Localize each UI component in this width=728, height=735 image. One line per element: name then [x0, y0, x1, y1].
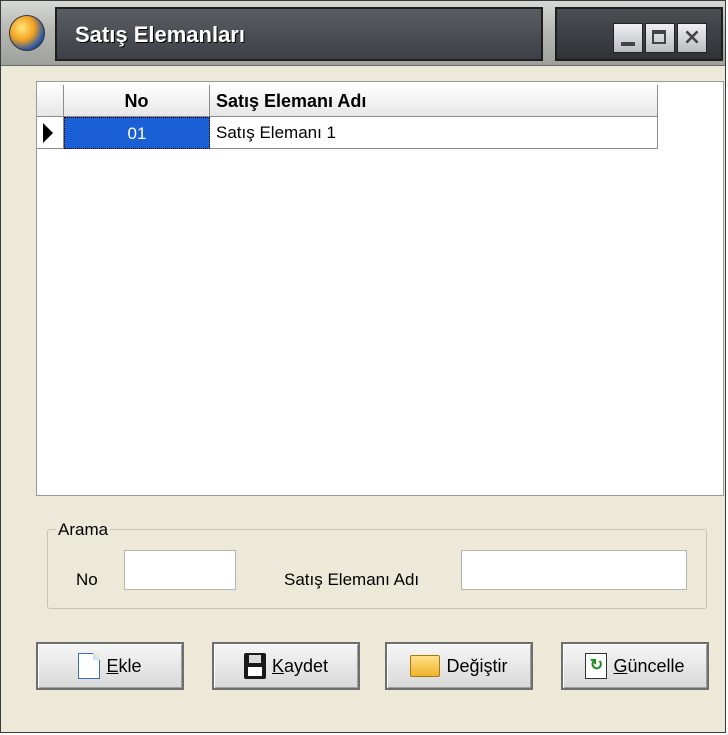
search-name-label: Satış Elemanı Adı [284, 570, 420, 589]
update-button[interactable]: ↻ Güncelle [561, 642, 709, 690]
title-bar[interactable]: Satış Elemanları × [1, 1, 725, 66]
close-icon: × [682, 25, 702, 50]
search-group: Arama No Satış Elemanı Adı [47, 520, 707, 609]
app-globe-icon[interactable] [9, 15, 45, 51]
search-no-label: No [76, 570, 98, 589]
maximize-icon [652, 30, 666, 44]
search-name-input[interactable] [461, 550, 687, 590]
update-button-label: Güncelle [613, 655, 685, 676]
new-document-icon [78, 653, 101, 679]
add-button[interactable]: Ekle [36, 642, 184, 690]
edit-button-label: Değiştir [446, 655, 508, 676]
table-row[interactable]: 01 Satış Elemanı 1 [37, 117, 658, 149]
search-group-legend: Arama [56, 520, 111, 540]
cell-name[interactable]: Satış Elemanı 1 [210, 117, 658, 149]
add-button-label: Ekle [106, 655, 142, 676]
sales-staff-grid[interactable]: No Satış Elemanı Adı 01 Satış Elemanı 1 [36, 81, 724, 496]
row-indicator[interactable] [37, 117, 64, 149]
minimize-icon [621, 42, 635, 46]
minimize-button[interactable] [613, 23, 643, 53]
window-title: Satış Elemanları [75, 22, 245, 47]
window-controls: × [555, 7, 723, 61]
save-button[interactable]: Kaydet [212, 642, 360, 690]
title-panel: Satış Elemanları [55, 7, 543, 61]
grid-header: No Satış Elemanı Adı [37, 85, 658, 117]
refresh-icon: ↻ [585, 653, 608, 679]
close-button[interactable]: × [677, 23, 707, 53]
maximize-button[interactable] [645, 23, 675, 53]
column-header-no[interactable]: No [64, 85, 210, 117]
current-row-arrow-icon [43, 123, 53, 143]
floppy-disk-icon [243, 653, 266, 679]
folder-icon [410, 655, 441, 677]
search-no-input[interactable] [124, 550, 236, 590]
edit-button[interactable]: Değiştir [385, 642, 533, 690]
save-button-label: Kaydet [271, 655, 329, 676]
row-indicator-header [37, 85, 64, 117]
sales-staff-window: Satış Elemanları × No Satış Elemanı Adı … [0, 0, 726, 733]
cell-no[interactable]: 01 [64, 117, 210, 149]
column-header-name[interactable]: Satış Elemanı Adı [210, 85, 658, 117]
